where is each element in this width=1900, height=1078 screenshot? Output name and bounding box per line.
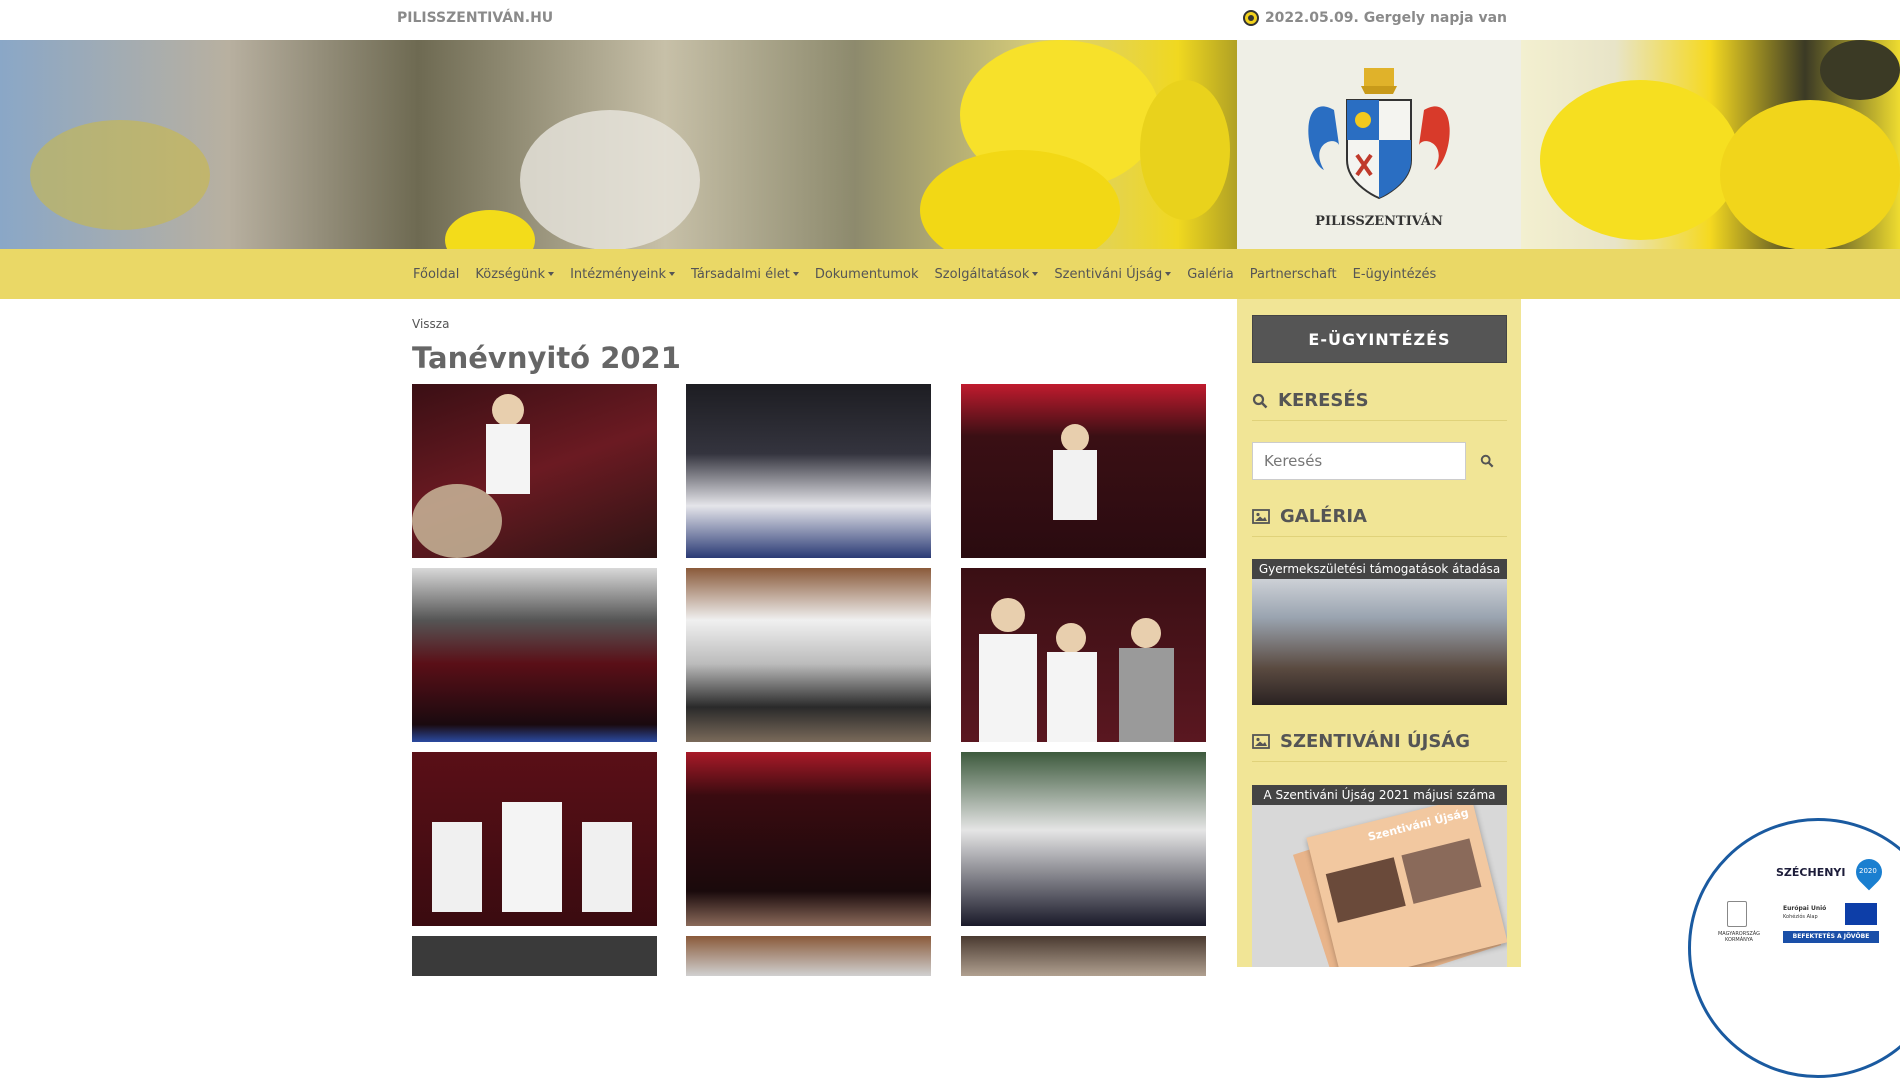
search-input[interactable]: Keresés xyxy=(1252,442,1466,480)
gallery-photo[interactable] xyxy=(412,568,657,742)
search-heading: KERESÉS xyxy=(1252,381,1507,421)
nav-item-label: Intézményeink xyxy=(570,266,667,282)
search-icon xyxy=(1252,393,1268,408)
gallery-caption: Gyermekszületési támogatások átadása xyxy=(1252,559,1507,579)
image-icon xyxy=(1252,734,1270,749)
newspaper-caption: A Szentiváni Újság 2021 májusi száma xyxy=(1252,785,1507,805)
nav-item[interactable]: Főoldal xyxy=(405,267,467,282)
search-icon xyxy=(1480,454,1493,468)
gallery-photo[interactable] xyxy=(961,384,1206,558)
nav-item-label: Dokumentumok xyxy=(814,266,919,282)
nav-item[interactable]: Partnerschaft xyxy=(1242,267,1345,282)
nav-item-label: Szentiváni Újság xyxy=(1054,266,1163,282)
sidebar: E-ÜGYINTÉZÉS KERESÉS Keresés GALÉRIA Gye… xyxy=(1237,299,1521,967)
image-icon xyxy=(1252,509,1270,524)
nav-item-label: Társadalmi élet xyxy=(691,266,790,282)
page-title: Tanévnyitó 2021 xyxy=(412,341,681,375)
nameday-text: 2022.05.09. Gergely napja van xyxy=(1264,10,1507,26)
nav-item-label: Főoldal xyxy=(413,266,460,282)
gallery-photo[interactable] xyxy=(686,936,931,976)
header-banner: PILISSZENTIVÁN xyxy=(0,40,1900,249)
top-bar: PILISSZENTIVÁN.HU 2022.05.09. Gergely na… xyxy=(0,0,1900,40)
nameday-info: 2022.05.09. Gergely napja van xyxy=(1242,10,1507,26)
gallery-heading-label: GALÉRIA xyxy=(1280,506,1367,527)
szechenyi-year: 2020 xyxy=(1859,867,1877,875)
caret-down-icon xyxy=(1165,272,1172,276)
gallery-photo[interactable] xyxy=(961,568,1206,742)
caret-down-icon xyxy=(669,272,676,276)
government-crest-icon xyxy=(1727,901,1747,927)
site-name-link[interactable]: PILISSZENTIVÁN.HU xyxy=(397,10,553,26)
nav-item[interactable]: Galéria xyxy=(1179,267,1242,282)
caret-down-icon xyxy=(1032,272,1039,276)
nameday-icon xyxy=(1242,10,1259,26)
main-nav: Főoldal Községünk Intézményeink Társadalmi … xyxy=(0,249,1900,299)
szechenyi-eu: Európai Unió xyxy=(1783,905,1827,912)
caret-down-icon xyxy=(792,272,799,276)
nav-item-label: E-ügyintézés xyxy=(1352,266,1437,282)
nav-item[interactable]: Községünk xyxy=(467,267,562,282)
town-crest: PILISSZENTIVÁN xyxy=(1237,40,1521,249)
gallery-photo[interactable] xyxy=(686,568,931,742)
nav-item[interactable]: E-ügyintézés xyxy=(1345,267,1445,282)
gallery-heading: GALÉRIA xyxy=(1252,497,1507,537)
nav-item-label: Partnerschaft xyxy=(1249,266,1337,282)
nav-list: Főoldal Községünk Intézményeink Társadalmi … xyxy=(405,249,1444,299)
gallery-photo[interactable] xyxy=(961,752,1206,926)
gallery-photo[interactable] xyxy=(412,384,657,558)
szechenyi-2020-badge[interactable]: SZÉCHENYI 2020 MAGYARORSZÁG KORMÁNYA Eur… xyxy=(1688,818,1900,1078)
nav-item[interactable]: Szolgáltatások xyxy=(927,267,1047,282)
gallery-photo[interactable] xyxy=(412,936,657,976)
szechenyi-slogan: BEFEKTETÉS A JÖVŐBE xyxy=(1783,931,1879,943)
newspaper-heading: SZENTIVÁNI ÚJSÁG xyxy=(1252,722,1507,762)
eu-flag-icon xyxy=(1845,903,1877,925)
nav-item[interactable]: Szentiváni Újság xyxy=(1046,267,1179,282)
gallery-photo[interactable] xyxy=(412,752,657,926)
crest-icon: PILISSZENTIVÁN xyxy=(1308,67,1450,229)
gallery-photo[interactable] xyxy=(961,936,1206,976)
newspaper-featured-card[interactable]: A Szentiváni Újság 2021 májusi száma Sze… xyxy=(1252,785,1507,967)
nav-item[interactable]: Intézményeink xyxy=(562,267,683,282)
nav-item-label: Galéria xyxy=(1187,266,1234,282)
newspaper-heading-label: SZENTIVÁNI ÚJSÁG xyxy=(1280,731,1471,752)
back-link[interactable]: Vissza xyxy=(412,317,449,331)
gallery-photo[interactable] xyxy=(686,384,931,558)
nav-item[interactable]: Dokumentumok xyxy=(807,267,927,282)
nav-item[interactable]: Társadalmi élet xyxy=(683,267,807,282)
szechenyi-title: SZÉCHENYI xyxy=(1776,866,1846,879)
nav-item-label: Szolgáltatások xyxy=(934,266,1030,282)
gallery-featured-card[interactable]: Gyermekszületési támogatások átadása xyxy=(1252,559,1507,705)
nav-item-label: Községünk xyxy=(475,266,546,282)
newspaper-cover-title: Szentiváni Újság xyxy=(1366,806,1470,844)
szechenyi-fund: Kohéziós Alap xyxy=(1783,914,1818,920)
search-heading-label: KERESÉS xyxy=(1278,390,1369,411)
e-ugyintezes-button[interactable]: E-ÜGYINTÉZÉS xyxy=(1252,315,1507,363)
svg-text:PILISSZENTIVÁN: PILISSZENTIVÁN xyxy=(1315,213,1443,229)
caret-down-icon xyxy=(548,272,555,276)
gallery-photo[interactable] xyxy=(686,752,931,926)
search-submit-button[interactable] xyxy=(1466,442,1507,480)
search-placeholder: Keresés xyxy=(1264,452,1323,470)
szechenyi-gov: MAGYARORSZÁG KORMÁNYA xyxy=(1717,931,1761,943)
